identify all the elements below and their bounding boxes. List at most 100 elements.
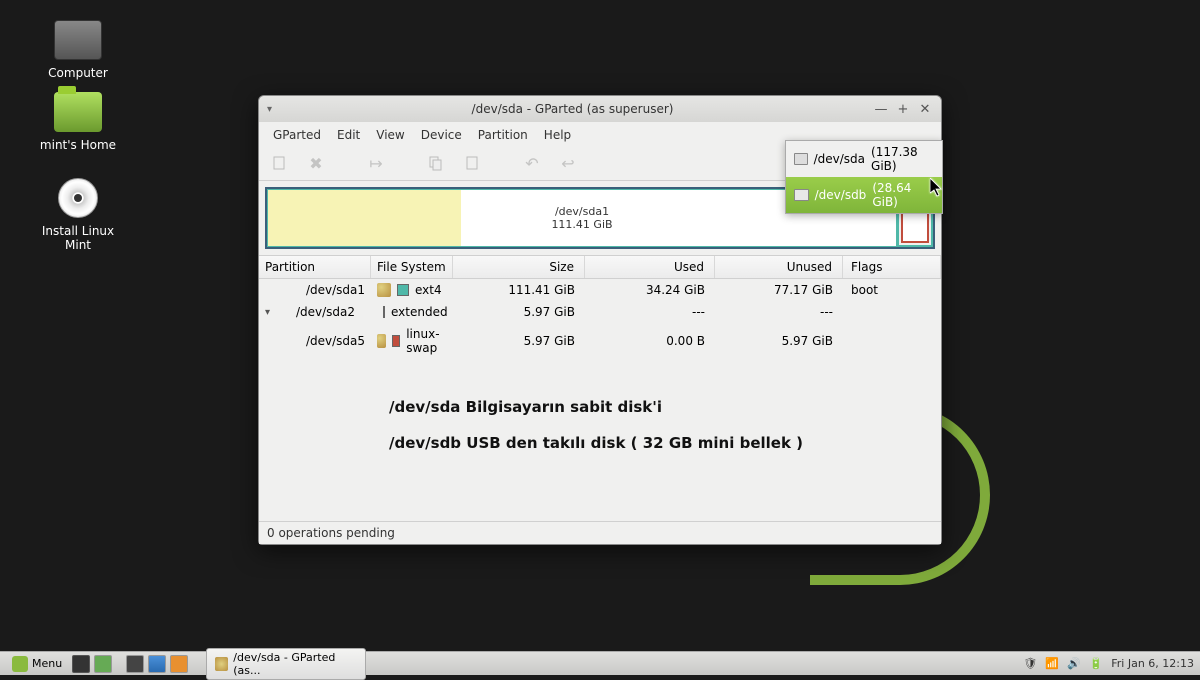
desktop-icon-label: mint's Home <box>33 138 123 152</box>
cell-fs: extended <box>371 303 453 321</box>
cell-flags <box>843 339 941 343</box>
desktop-icon-label: Computer <box>33 66 123 80</box>
cell-flags: boot <box>843 281 941 299</box>
col-size[interactable]: Size <box>453 256 585 278</box>
cell-unused: 77.17 GiB <box>715 281 843 299</box>
resize-button[interactable]: ↦ <box>365 152 387 174</box>
table-row[interactable]: ▾ /dev/sda2 extended 5.97 GiB --- --- <box>259 301 941 323</box>
desktop: Computer mint's Home Install Linux Mint … <box>0 0 1200 675</box>
row-expander <box>259 288 273 292</box>
row-expander <box>259 339 273 343</box>
annotation-text: /dev/sda Bilgisayarın sabit disk'i /dev/… <box>259 359 941 521</box>
col-used[interactable]: Used <box>585 256 715 278</box>
terminal-button[interactable] <box>126 655 144 673</box>
menu-gparted[interactable]: GParted <box>267 126 327 144</box>
status-text: 0 operations pending <box>267 526 395 540</box>
device-option-sda[interactable]: /dev/sda (117.38 GiB) <box>786 141 942 177</box>
menu-view[interactable]: View <box>370 126 410 144</box>
table-row[interactable]: /dev/sda5 linux-swap 5.97 GiB 0.00 B 5.9… <box>259 323 941 359</box>
battery-icon[interactable]: 🔋 <box>1089 657 1103 671</box>
key-icon <box>377 283 391 297</box>
annotation-line: /dev/sdb USB den takılı disk ( 32 GB min… <box>389 425 811 461</box>
mint-logo-icon <box>12 656 28 672</box>
table-header: Partition File System Size Used Unused F… <box>259 255 941 279</box>
menu-partition[interactable]: Partition <box>472 126 534 144</box>
table-row[interactable]: /dev/sda1 ext4 111.41 GiB 34.24 GiB 77.1… <box>259 279 941 301</box>
folder-icon <box>54 92 102 132</box>
taskbar: Menu /dev/sda - GParted (as... 🛡 📶 🔊 🔋 F… <box>0 651 1200 675</box>
menu-help[interactable]: Help <box>538 126 577 144</box>
col-partition[interactable]: Partition <box>259 256 371 278</box>
col-filesystem[interactable]: File System <box>371 256 453 278</box>
cell-used: 0.00 B <box>585 332 715 350</box>
copy-button[interactable] <box>425 152 447 174</box>
desktop-icon-label: Install Linux Mint <box>33 224 123 252</box>
annotation-line: /dev/sda Bilgisayarın sabit disk'i <box>389 389 811 425</box>
shield-icon[interactable]: 🛡 <box>1023 657 1037 671</box>
device-size: (28.64 GiB) <box>872 181 934 209</box>
col-flags[interactable]: Flags <box>843 256 941 278</box>
cell-partition: /dev/sda2 <box>273 303 371 321</box>
file-manager-button[interactable] <box>94 655 112 673</box>
desktop-icon-computer[interactable]: Computer <box>33 20 123 80</box>
maximize-button[interactable]: + <box>895 101 911 117</box>
key-icon <box>377 334 386 348</box>
close-button[interactable]: ✕ <box>917 101 933 117</box>
apply-button[interactable]: ↩ <box>557 152 579 174</box>
minimize-button[interactable]: — <box>873 101 889 117</box>
cell-flags <box>843 310 941 314</box>
fs-swatch-icon <box>397 284 409 296</box>
cell-fs: ext4 <box>371 281 453 299</box>
menu-edit[interactable]: Edit <box>331 126 366 144</box>
firefox-button[interactable] <box>148 655 166 673</box>
fs-swatch-icon <box>383 306 385 318</box>
partition-block-size: 111.41 GiB <box>551 218 612 231</box>
cell-partition: /dev/sda1 <box>273 281 371 299</box>
col-unused[interactable]: Unused <box>715 256 843 278</box>
device-size: (117.38 GiB) <box>871 145 934 173</box>
cell-unused: --- <box>715 303 843 321</box>
device-selector-dropdown[interactable]: /dev/sda (117.38 GiB) /dev/sdb (28.64 Gi… <box>785 140 943 214</box>
partition-block-label: /dev/sda1 <box>555 205 609 218</box>
device-path: /dev/sdb <box>815 188 867 202</box>
computer-icon <box>54 20 102 60</box>
partition-table: Partition File System Size Used Unused F… <box>259 255 941 359</box>
window-menu-arrow-icon[interactable]: ▾ <box>267 104 272 115</box>
undo-button[interactable]: ↶ <box>521 152 543 174</box>
menu-device[interactable]: Device <box>415 126 468 144</box>
network-icon[interactable]: 📶 <box>1045 657 1059 671</box>
desktop-icon-install[interactable]: Install Linux Mint <box>33 178 123 252</box>
paste-button[interactable] <box>461 152 483 174</box>
desktop-icon-home[interactable]: mint's Home <box>33 92 123 152</box>
cell-used: 34.24 GiB <box>585 281 715 299</box>
cell-partition: /dev/sda5 <box>273 332 371 350</box>
statusbar: 0 operations pending <box>259 521 941 544</box>
taskbar-app-label: /dev/sda - GParted (as... <box>233 651 357 677</box>
start-menu-button[interactable]: Menu <box>6 654 68 674</box>
disc-icon <box>58 178 98 218</box>
start-menu-label: Menu <box>32 657 62 670</box>
drive-icon <box>794 153 808 165</box>
clock[interactable]: Fri Jan 6, 12:13 <box>1111 657 1194 670</box>
titlebar[interactable]: ▾ /dev/sda - GParted (as superuser) — + … <box>259 96 941 122</box>
gparted-window: ▾ /dev/sda - GParted (as superuser) — + … <box>258 95 942 545</box>
cell-size: 5.97 GiB <box>453 332 585 350</box>
cell-size: 111.41 GiB <box>453 281 585 299</box>
new-partition-button[interactable] <box>269 152 291 174</box>
device-path: /dev/sda <box>814 152 865 166</box>
window-title: /dev/sda - GParted (as superuser) <box>278 102 867 116</box>
cell-unused: 5.97 GiB <box>715 332 843 350</box>
fs-swatch-icon <box>392 335 400 347</box>
app-launcher-button[interactable] <box>170 655 188 673</box>
mouse-cursor-icon <box>930 178 944 198</box>
cell-used: --- <box>585 303 715 321</box>
row-expander[interactable]: ▾ <box>259 305 273 320</box>
system-tray: 🛡 📶 🔊 🔋 Fri Jan 6, 12:13 <box>1023 657 1194 671</box>
volume-icon[interactable]: 🔊 <box>1067 657 1081 671</box>
drive-icon <box>794 189 809 201</box>
gparted-icon <box>215 657 228 671</box>
device-option-sdb[interactable]: /dev/sdb (28.64 GiB) <box>786 177 942 213</box>
show-desktop-button[interactable] <box>72 655 90 673</box>
cell-size: 5.97 GiB <box>453 303 585 321</box>
delete-button[interactable]: ✖ <box>305 152 327 174</box>
